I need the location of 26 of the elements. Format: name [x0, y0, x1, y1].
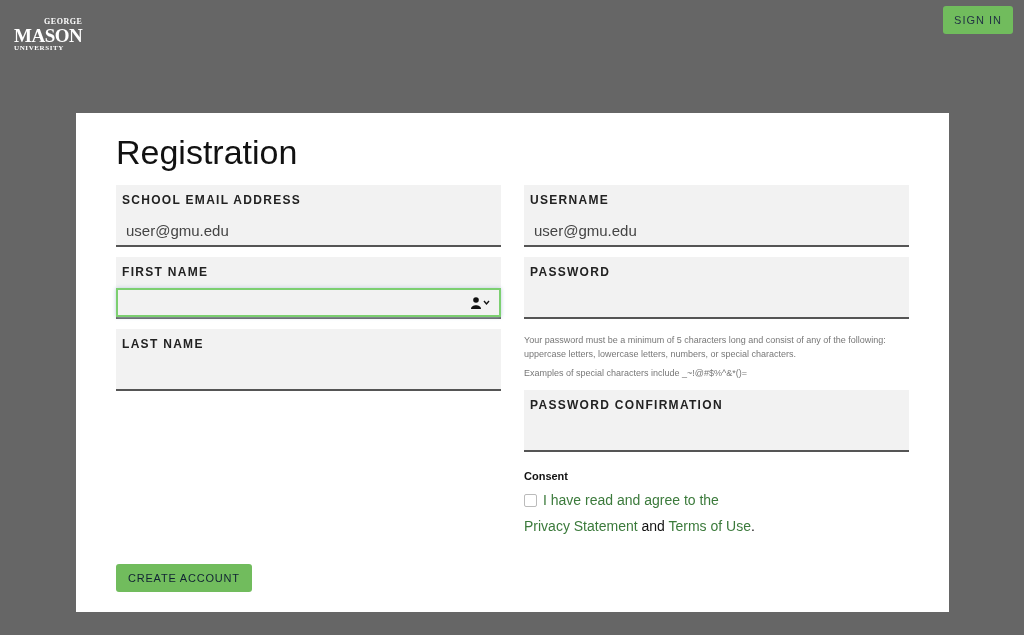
email-input[interactable]: user@gmu.edu	[534, 222, 899, 239]
field-label: PASSWORD CONFIRMATION	[529, 397, 724, 413]
input-field[interactable]: LAST NAME	[116, 329, 501, 391]
consent-heading: Consent	[524, 470, 569, 483]
terms-of-use-link[interactable]: Terms of Use	[668, 518, 751, 535]
password-help-text: Your password must be a minimum of 5 characters long and consist of any of the following: uppercase letters, lowercase letters, numbers, or special characters.	[524, 334, 887, 362]
field-label: SCHOOL EMAIL ADDRESS	[121, 192, 303, 207]
create-account-button[interactable]: CREATE ACCOUNT	[116, 564, 252, 592]
input-field[interactable]: FIRST NAME	[116, 257, 501, 319]
email-input[interactable]: user@gmu.edu	[126, 222, 491, 239]
input-field[interactable]: SCHOOL EMAIL ADDRESS user@gmu.edu	[116, 185, 501, 247]
field-label: FIRST NAME	[121, 264, 210, 279]
person-dropdown-icon[interactable]	[471, 296, 491, 309]
password-help-text: Examples of special characters include _~!@#$%^&*()=	[524, 366, 748, 380]
input-field[interactable]: USERNAME user@gmu.edu	[524, 185, 909, 247]
input-field[interactable]: PASSWORD	[524, 257, 909, 319]
field-label: USERNAME	[529, 192, 611, 207]
input-field[interactable]: PASSWORD CONFIRMATION	[524, 390, 909, 453]
field-label: PASSWORD	[529, 264, 612, 279]
checkbox[interactable]	[524, 493, 537, 507]
page-title: Registration	[116, 133, 299, 172]
consent-sentence: Privacy Statement and Terms of Use.	[524, 518, 756, 535]
field-label: LAST NAME	[121, 336, 205, 351]
checkbox-label: I have read and agree to the	[543, 492, 719, 509]
sign-in-button[interactable]: SIGN IN	[943, 6, 1013, 34]
privacy-statement-link[interactable]: Privacy Statement	[524, 518, 638, 535]
